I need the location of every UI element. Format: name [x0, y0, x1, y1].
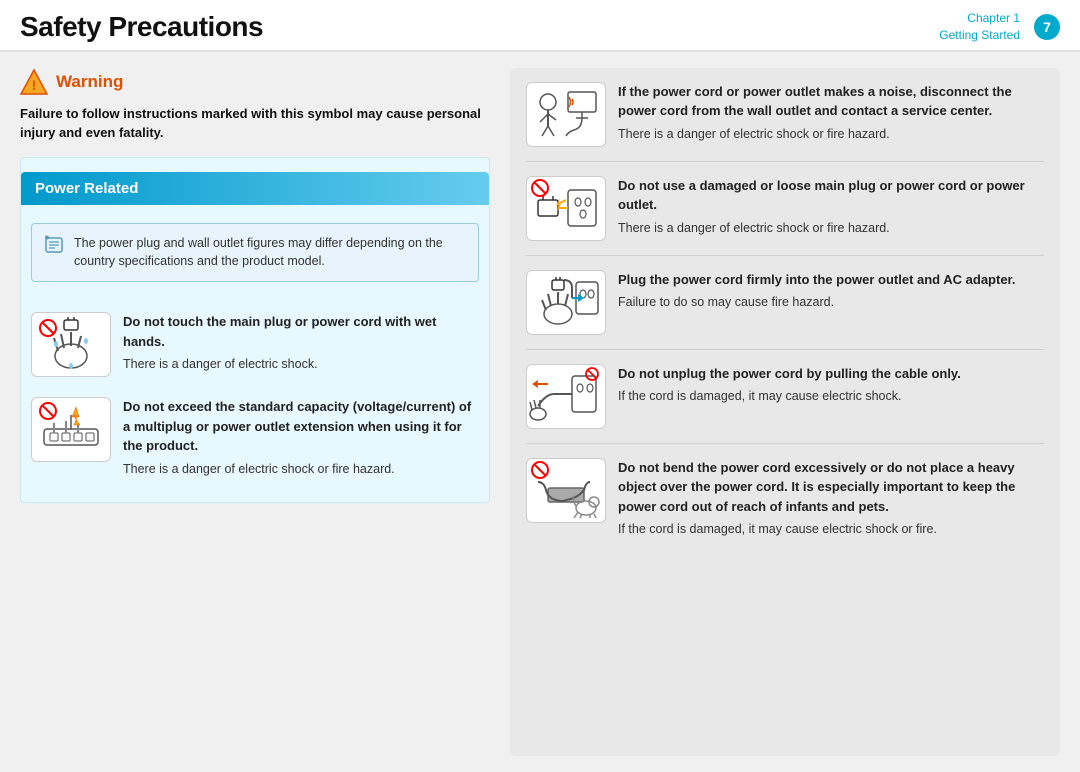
right-item-4: Do not bend the power cord excessively o…: [526, 458, 1044, 553]
chapter-info: Chapter 1 Getting Started: [939, 10, 1020, 44]
right-item-0: If the power cord or power outlet makes …: [526, 82, 1044, 162]
right-image-1: [526, 176, 606, 241]
right-text-2: Plug the power cord firmly into the powe…: [618, 270, 1044, 312]
right-text-4: Do not bend the power cord excessively o…: [618, 458, 1044, 539]
warning-label: Warning: [56, 72, 123, 92]
right-item-2: Plug the power cord firmly into the powe…: [526, 270, 1044, 350]
right-image-3: [526, 364, 606, 429]
noise-cord-illustration: [528, 84, 604, 144]
right-item-1: Do not use a damaged or loose main plug …: [526, 176, 1044, 256]
unplug-cable-illustration: [528, 366, 604, 426]
left-item-1: Do not exceed the standard capacity (vol…: [21, 397, 489, 490]
chapter-label: Chapter 1: [939, 10, 1020, 27]
right-title-0: If the power cord or power outlet makes …: [618, 82, 1044, 121]
page-number-badge: 7: [1034, 14, 1060, 40]
right-title-2: Plug the power cord firmly into the powe…: [618, 270, 1044, 290]
note-icon: [44, 235, 64, 263]
right-text-1: Do not use a damaged or loose main plug …: [618, 176, 1044, 238]
right-title-3: Do not unplug the power cord by pulling …: [618, 364, 1044, 384]
warning-section: ! Warning Failure to follow instructions…: [20, 68, 490, 143]
left-item-0: Do not touch the main plug or power cord…: [21, 312, 489, 385]
power-section-box: Power Related The power plug and wall ou…: [20, 157, 490, 504]
right-desc-2: Failure to do so may cause fire hazard.: [618, 293, 1044, 312]
warning-header: ! Warning: [20, 68, 490, 96]
item-image-0: [31, 312, 111, 377]
item-title-0: Do not touch the main plug or power cord…: [123, 312, 479, 351]
right-title-4: Do not bend the power cord excessively o…: [618, 458, 1044, 517]
page-title: Safety Precautions: [20, 11, 263, 43]
right-column: If the power cord or power outlet makes …: [510, 68, 1060, 756]
plug-firmly-illustration: [528, 272, 604, 332]
info-note: The power plug and wall outlet figures m…: [31, 223, 479, 283]
item-title-1: Do not exceed the standard capacity (vol…: [123, 397, 479, 456]
page-header: Safety Precautions Chapter 1 Getting Sta…: [0, 0, 1080, 52]
power-note-container: The power plug and wall outlet figures m…: [21, 205, 489, 301]
right-image-0: [526, 82, 606, 147]
right-text-3: Do not unplug the power cord by pulling …: [618, 364, 1044, 406]
right-desc-4: If the cord is damaged, it may cause ele…: [618, 520, 1044, 539]
left-column: ! Warning Failure to follow instructions…: [20, 68, 510, 756]
note-text: The power plug and wall outlet figures m…: [74, 234, 466, 272]
item-text-0: Do not touch the main plug or power cord…: [123, 312, 479, 374]
section-header: Power Related: [21, 172, 489, 205]
main-content: ! Warning Failure to follow instructions…: [0, 52, 1080, 772]
right-image-4: [526, 458, 606, 523]
right-desc-3: If the cord is damaged, it may cause ele…: [618, 387, 1044, 406]
right-item-3: Do not unplug the power cord by pulling …: [526, 364, 1044, 444]
right-desc-0: There is a danger of electric shock or f…: [618, 125, 1044, 144]
warning-triangle-icon: !: [20, 68, 48, 96]
item-text-1: Do not exceed the standard capacity (vol…: [123, 397, 479, 478]
svg-text:!: !: [32, 77, 37, 93]
item-desc-0: There is a danger of electric shock.: [123, 355, 479, 374]
wet-hands-illustration: [36, 316, 106, 374]
multiplug-illustration: [36, 401, 106, 459]
cord-bend-illustration: [528, 460, 604, 520]
right-image-2: [526, 270, 606, 335]
right-desc-1: There is a danger of electric shock or f…: [618, 219, 1044, 238]
item-image-1: [31, 397, 111, 462]
damaged-plug-illustration: [528, 178, 604, 238]
right-title-1: Do not use a damaged or loose main plug …: [618, 176, 1044, 215]
right-text-0: If the power cord or power outlet makes …: [618, 82, 1044, 144]
item-desc-1: There is a danger of electric shock or f…: [123, 460, 479, 479]
chapter-sub: Getting Started: [939, 27, 1020, 44]
warning-text: Failure to follow instructions marked wi…: [20, 104, 490, 143]
